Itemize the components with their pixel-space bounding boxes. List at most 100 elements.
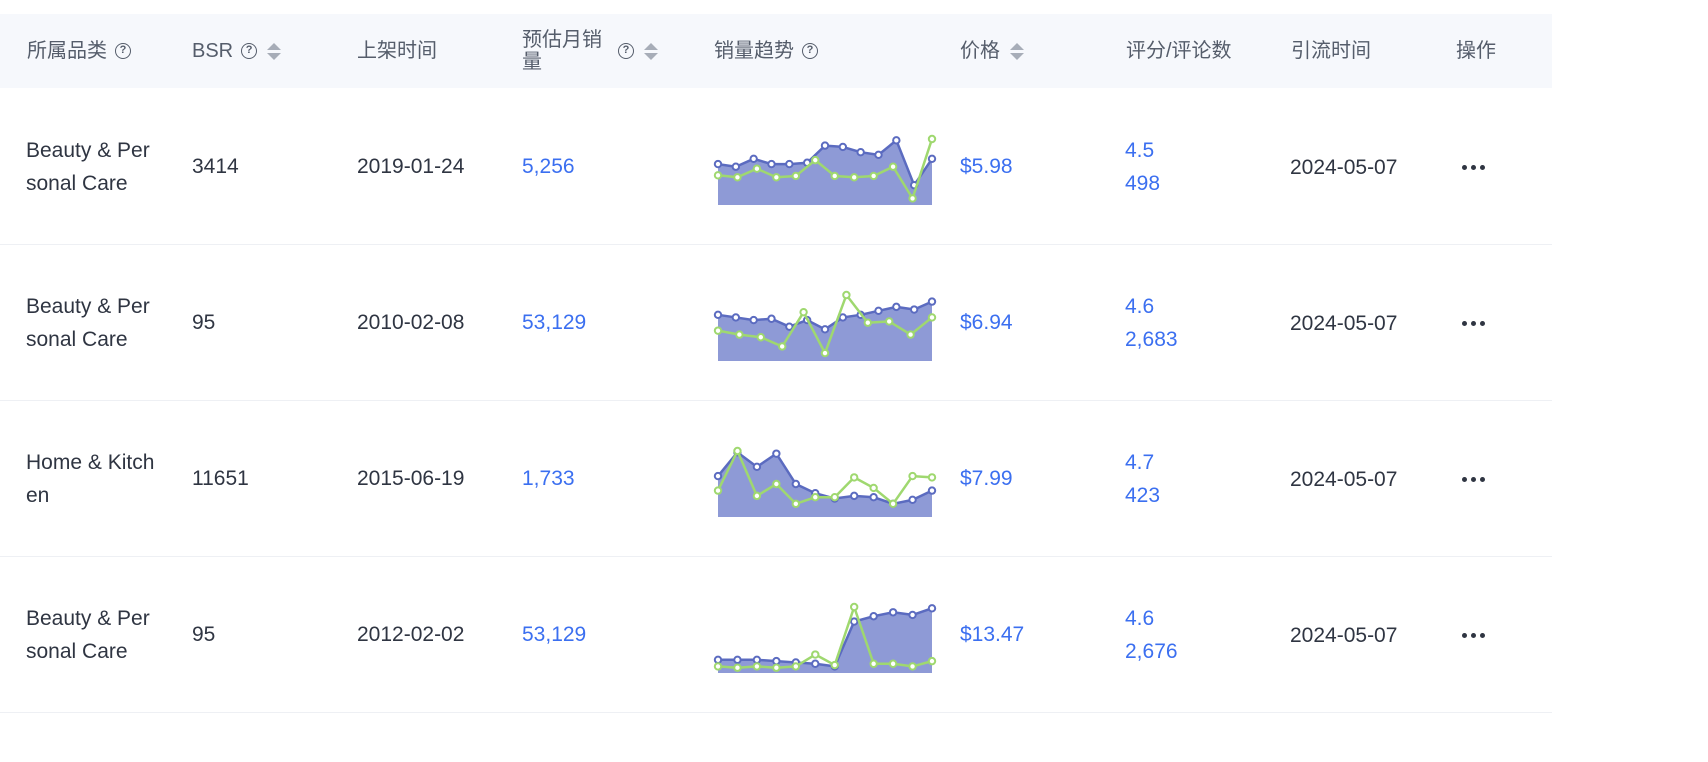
trend-line-secondary-point (927, 313, 937, 322)
trend-line-primary-point (811, 659, 820, 668)
traffic-time-cell: 2024-05-07 (1290, 557, 1414, 713)
traffic-time-text: 2024-05-07 (1290, 467, 1398, 491)
review-count[interactable]: 2,676 (1125, 635, 1178, 668)
header-bsr-label: BSR (192, 40, 234, 62)
trend-line-primary-point (713, 310, 723, 319)
price-cell: $13.47 (960, 557, 1024, 713)
help-icon[interactable]: ? (241, 43, 258, 59)
sales-trend-sparkline[interactable] (712, 281, 938, 365)
trend-line-primary-point (752, 655, 762, 665)
trend-line-primary-point (713, 471, 723, 481)
trend-line-primary-point (849, 617, 859, 626)
monthly-sales-cell: 53,129 (522, 557, 586, 713)
trend-area (718, 608, 932, 673)
trend-line-secondary-point (756, 333, 765, 342)
review-count[interactable]: 2,683 (1125, 323, 1178, 356)
rating-value[interactable]: 4.6 (1125, 290, 1178, 323)
listed-date: 2010-02-08 (357, 311, 465, 334)
rating-value[interactable]: 4.7 (1125, 446, 1160, 479)
trend-line-primary-point (820, 325, 830, 334)
rating-value[interactable]: 4.6 (1125, 602, 1178, 635)
trend-line-primary-point (908, 610, 917, 620)
price-link[interactable]: $5.98 (960, 155, 1013, 179)
trend-line-secondary-point (830, 493, 839, 502)
trend-line-primary-point (874, 306, 883, 316)
sales-trend-sparkline[interactable] (712, 125, 938, 209)
trend-line-primary-point (909, 305, 919, 314)
trend-line-primary-point (733, 655, 742, 665)
header-traffic-time: 引流时间 (1291, 14, 1371, 88)
rating-value[interactable]: 4.5 (1125, 134, 1160, 167)
trend-line-secondary-point (772, 173, 781, 182)
monthly-sales-link[interactable]: 1,733 (522, 467, 575, 491)
monthly-sales-link[interactable]: 53,129 (522, 311, 586, 335)
header-bsr[interactable]: BSR ? (192, 14, 282, 88)
trend-cell (712, 401, 938, 557)
monthly-sales-link[interactable]: 5,256 (522, 155, 575, 179)
trend-line-secondary-point (927, 134, 937, 144)
trend-line-primary-point (785, 159, 794, 169)
trend-line-primary-point (927, 604, 937, 613)
table-row: Beauty & Personal Care 3414 2019-01-24 5… (0, 89, 1552, 245)
help-icon[interactable]: ? (115, 43, 131, 59)
review-count[interactable]: 423 (1125, 479, 1160, 512)
sort-icon[interactable] (644, 42, 658, 60)
category-cell: Home & Kitchen (26, 401, 156, 557)
more-actions-icon[interactable] (1462, 632, 1485, 638)
listed-date: 2019-01-24 (357, 155, 465, 178)
more-actions-icon[interactable] (1462, 476, 1485, 482)
sort-icon[interactable] (1010, 42, 1024, 60)
trend-line-secondary-point (842, 290, 851, 300)
bsr-value: 3414 (192, 155, 239, 178)
trend-line-primary-point (713, 159, 723, 169)
trend-line-primary-point (849, 491, 859, 501)
sales-trend-sparkline[interactable] (712, 437, 938, 521)
more-actions-icon[interactable] (1462, 320, 1485, 326)
header-actions: 操作 (1456, 14, 1496, 88)
trend-line-primary-point (927, 154, 937, 163)
help-icon[interactable]: ? (802, 43, 818, 59)
trend-line-primary-point (888, 608, 898, 617)
trend-line-primary-point (908, 495, 917, 505)
table-row: Home & Kitchen 11651 2015-06-19 1,733 $7… (0, 401, 1552, 557)
trend-line-primary-point (749, 315, 758, 325)
sales-trend-sparkline[interactable] (712, 593, 938, 677)
trend-line-secondary-point (863, 318, 873, 327)
trend-line-secondary-point (733, 446, 742, 456)
price-link[interactable]: $13.47 (960, 623, 1024, 647)
header-monthly-sales-label: 预估月销量 (522, 29, 602, 73)
category-text: Beauty & Personal Care (26, 607, 150, 663)
trend-line-secondary-point (908, 194, 917, 203)
price-link[interactable]: $7.99 (960, 467, 1013, 491)
trend-line-primary-point (731, 313, 741, 322)
bsr-value: 95 (192, 311, 216, 334)
trend-line-primary-point (772, 656, 781, 666)
trend-line-secondary-point (869, 659, 878, 668)
more-actions-icon[interactable] (1462, 164, 1485, 170)
rating-cell: 4.6 2,676 (1125, 557, 1178, 713)
review-count[interactable]: 498 (1125, 167, 1160, 200)
trend-line-primary-point (820, 141, 830, 150)
trend-cell (712, 89, 938, 245)
header-price[interactable]: 价格 (960, 14, 1024, 88)
category-text: Home & Kitchen (26, 451, 155, 507)
rating-cell: 4.7 423 (1125, 401, 1160, 557)
sort-icon[interactable] (267, 42, 282, 60)
price-cell: $6.94 (960, 245, 1013, 401)
trend-line-secondary-point (752, 164, 762, 173)
monthly-sales-link[interactable]: 53,129 (522, 623, 586, 647)
header-monthly-sales[interactable]: 预估月销量 ? (522, 14, 658, 88)
trend-line-primary-point (752, 462, 762, 472)
trend-line-primary-point (767, 314, 776, 323)
trend-line-primary-point (713, 655, 723, 665)
price-link[interactable]: $6.94 (960, 311, 1013, 335)
trend-line-primary-point (838, 142, 848, 152)
trend-line-primary-point (731, 162, 741, 171)
help-icon[interactable]: ? (618, 43, 634, 59)
listed-date: 2015-06-19 (357, 467, 465, 490)
bsr-cell: 11651 (192, 401, 249, 557)
category-cell: Beauty & Personal Care (26, 89, 156, 245)
table-row: Beauty & Personal Care 95 2012-02-02 53,… (0, 557, 1552, 713)
trend-line-secondary-point (849, 602, 859, 612)
price-cell: $5.98 (960, 89, 1013, 245)
